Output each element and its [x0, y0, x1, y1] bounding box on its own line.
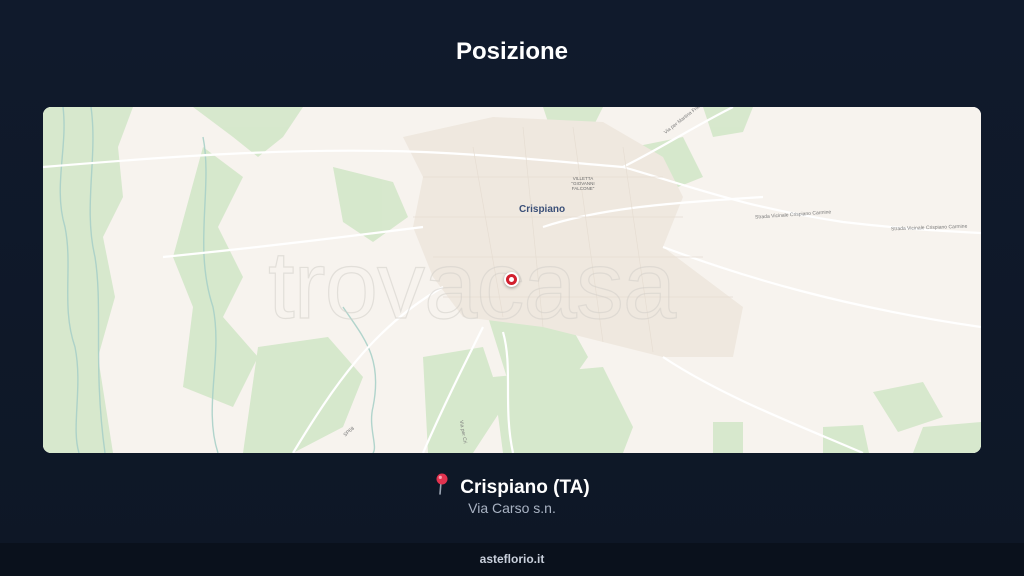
page-title: Posizione	[455, 38, 569, 65]
footer-site[interactable]: asteflorio.it	[0, 543, 1024, 576]
map-pin-icon	[434, 473, 450, 501]
location-name: Crispiano (TA)	[460, 477, 590, 498]
location-map[interactable]: VILLETTA "GIOVANNI FALCONE" Crispiano Vi…	[43, 107, 981, 453]
map-marker-icon[interactable]	[504, 272, 519, 287]
map-label-villetta: VILLETTA "GIOVANNI FALCONE"	[571, 176, 595, 191]
location-address: Via Carso s.n.	[468, 500, 556, 516]
map-label-town: Crispiano	[519, 204, 566, 215]
map-watermark: trovacasa	[267, 231, 676, 339]
location-title: Crispiano (TA)	[0, 473, 1024, 501]
